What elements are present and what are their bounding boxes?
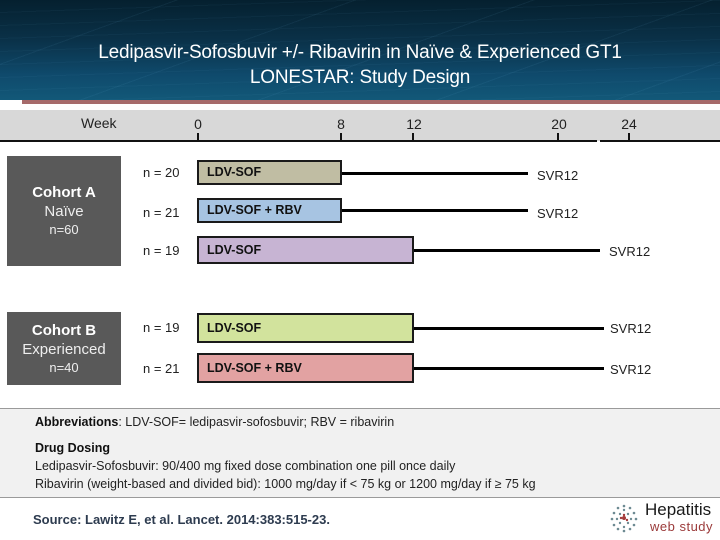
arm-regimen-label: LDV-SOF + RBV [207, 203, 302, 217]
tick-week-12 [412, 133, 414, 141]
tick-label-0: 0 [194, 116, 202, 132]
drug-dosing-heading: Drug Dosing [35, 441, 110, 455]
week-axis-line-segment [600, 140, 720, 142]
header-accent-stripe [0, 100, 720, 104]
title-line-2: LONESTAR: Study Design [249, 67, 471, 88]
cohort-b-subtitle: Experienced [22, 340, 106, 358]
arm-regimen-label: LDV-SOF [207, 321, 262, 335]
arm-endpoint-label: SVR12 [610, 321, 652, 336]
arm-treatment-bar: LDV-SOF [197, 236, 414, 264]
arm-followup-line [414, 367, 604, 370]
abbreviations-text: : LDV-SOF= ledipasvir-sofosbuvir; RBV = … [118, 415, 395, 429]
arm-n-label: n = 21 [143, 361, 180, 376]
arm-followup-line [342, 209, 528, 212]
arm-endpoint-label: SVR12 [537, 168, 579, 183]
cohort-b-box: Cohort B Experienced n=40 [7, 312, 121, 385]
cohort-a-box: Cohort A Naïve n=60 [7, 156, 121, 266]
cohort-a-name: Cohort A [32, 184, 96, 201]
dosing-line-ldv-sof: Ledipasvir-Sofosbuvir: 90/400 mg fixed d… [35, 459, 456, 473]
arm-regimen-label: LDV-SOF [207, 243, 262, 257]
arm-n-label: n = 20 [143, 165, 180, 180]
tick-label-12: 12 [406, 116, 422, 132]
drug-dosing-label: Drug Dosing [35, 441, 110, 455]
stripe-notch [0, 100, 22, 104]
tick-label-24: 24 [621, 116, 637, 132]
week-axis-label: Week [81, 115, 117, 131]
arm-followup-line [414, 327, 604, 330]
arm-endpoint-label: SVR12 [610, 362, 652, 377]
arm-followup-line [414, 249, 600, 252]
arm-n-label: n = 21 [143, 205, 180, 220]
arm-endpoint-label: SVR12 [537, 206, 579, 221]
abbreviations-note: Abbreviations: LDV-SOF= ledipasvir-sofos… [35, 415, 394, 429]
dosing-line-ribavirin: Ribavirin (weight-based and divided bid)… [35, 477, 536, 491]
arm-regimen-label: LDV-SOF [207, 165, 262, 179]
arm-treatment-bar: LDV-SOF + RBV [197, 198, 342, 223]
arm-treatment-bar: LDV-SOF [197, 313, 414, 343]
tick-week-8 [340, 133, 342, 141]
dotted-globe-icon [610, 504, 638, 533]
cohort-b-n: n=40 [49, 359, 79, 375]
cohort-a-subtitle: Naïve [44, 203, 84, 220]
arm-n-label: n = 19 [143, 320, 180, 335]
abbreviations-label: Abbreviations [35, 415, 119, 429]
tick-week-24 [628, 133, 630, 141]
arm-n-label: n = 19 [143, 243, 180, 258]
cohort-a-n: n=60 [49, 222, 79, 237]
tick-label-20: 20 [551, 116, 567, 132]
source-citation: Source: Lawitz E, et al. Lancet. 2014:38… [33, 512, 330, 527]
notes-panel: Abbreviations: LDV-SOF= ledipasvir-sofos… [0, 408, 720, 498]
arm-endpoint-label: SVR12 [609, 244, 651, 259]
logo-brand-line1: Hepatitis [645, 500, 712, 519]
arm-followup-line [342, 172, 528, 175]
cohort-b-name: Cohort B [31, 321, 97, 339]
logo-brand-line2: web study [650, 519, 714, 534]
tick-label-8: 8 [337, 116, 345, 132]
title-line-1: Ledipasvir-Sofosbuvir +/- Ribavirin in N… [98, 42, 622, 63]
arm-regimen-label: LDV-SOF + RBV [207, 361, 302, 375]
slide-title: Ledipasvir-Sofosbuvir +/- Ribavirin in N… [0, 40, 720, 90]
arm-treatment-bar: LDV-SOF + RBV [197, 353, 414, 383]
slide-header: Ledipasvir-Sofosbuvir +/- Ribavirin in N… [0, 0, 720, 100]
tick-week-0 [197, 133, 199, 141]
tick-week-20 [557, 133, 559, 141]
week-axis-line [0, 140, 597, 142]
hepatitis-web-study-logo: Hepatitis web study [609, 500, 719, 536]
arm-treatment-bar: LDV-SOF [197, 160, 342, 185]
